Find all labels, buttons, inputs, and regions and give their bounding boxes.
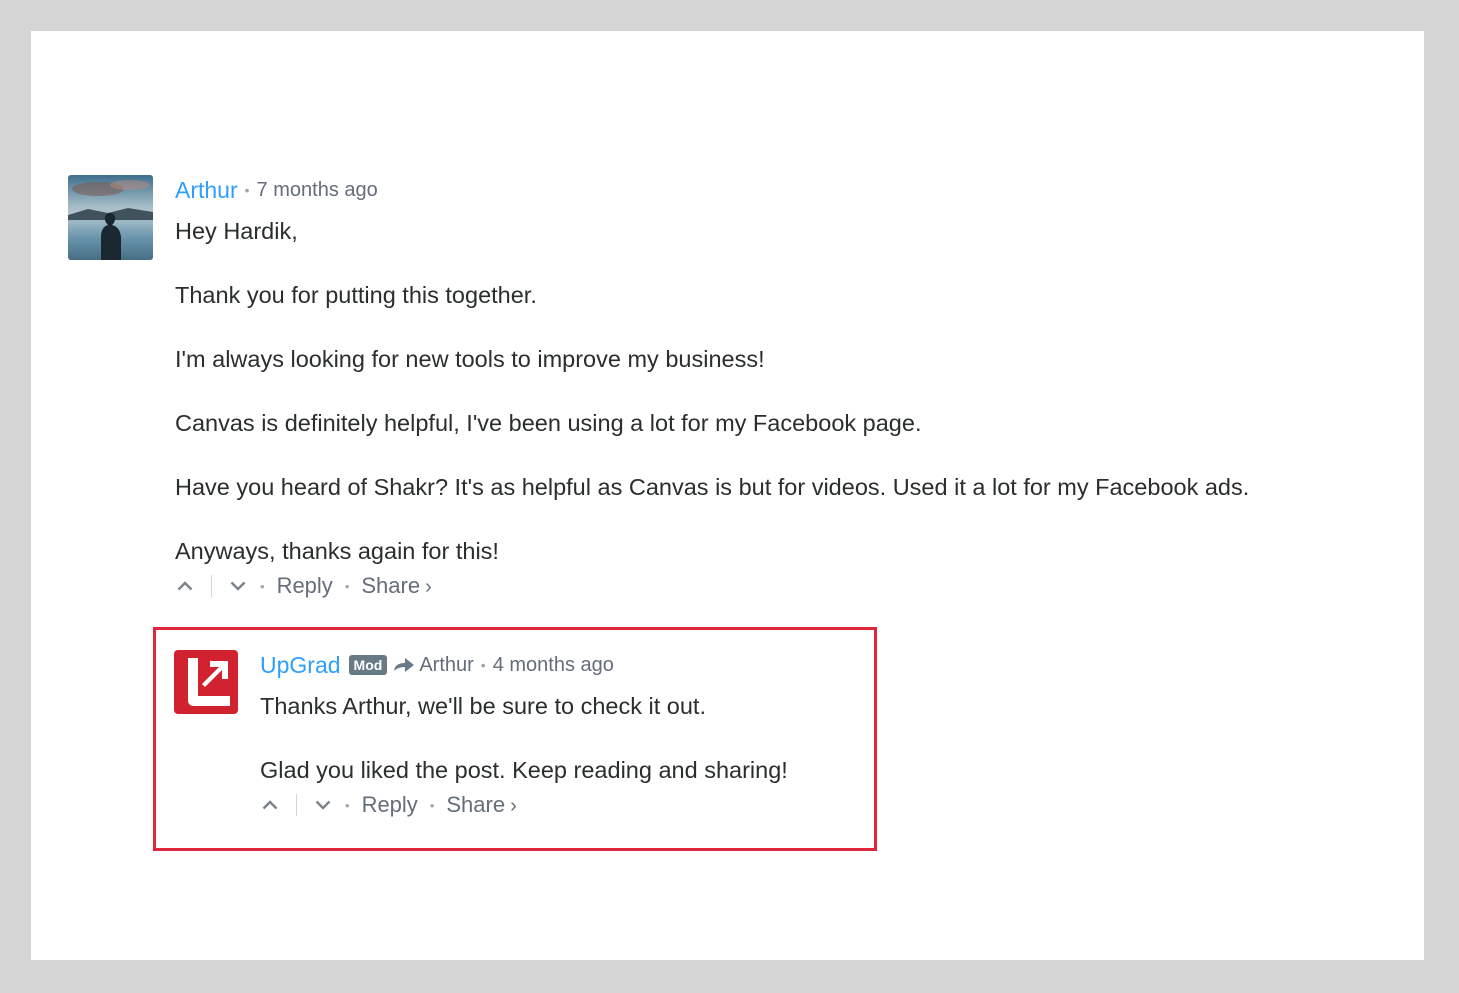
- comment-header: Arthur • 7 months ago: [175, 175, 1249, 205]
- share-button[interactable]: Share ›: [446, 792, 516, 818]
- reply-button[interactable]: Reply: [277, 573, 333, 599]
- author-name[interactable]: UpGrad: [260, 652, 341, 679]
- avatar-upgrad[interactable]: [174, 650, 238, 714]
- message-paragraph: Thank you for putting this together.: [175, 282, 537, 308]
- comment-actions: • Reply • Share ›: [175, 570, 1249, 602]
- message-paragraph: Canvas is definitely helpful, I've been …: [175, 410, 922, 436]
- upvote-button[interactable]: [175, 576, 195, 596]
- avatar-photo-icon: [68, 175, 153, 260]
- timestamp[interactable]: 4 months ago: [493, 654, 614, 677]
- share-chevron: ›: [510, 795, 517, 817]
- upvote-button[interactable]: [260, 795, 280, 815]
- chevron-down-icon: [230, 581, 246, 591]
- share-label: Share: [446, 792, 506, 817]
- parent-author-link[interactable]: Arthur: [419, 654, 473, 677]
- downvote-button[interactable]: [228, 576, 248, 596]
- share-chevron: ›: [425, 576, 432, 598]
- share-button[interactable]: Share ›: [361, 573, 431, 599]
- comment-actions: • Reply • Share ›: [260, 789, 788, 821]
- action-separator: •: [345, 797, 350, 813]
- comment-message: Thanks Arthur, we'll be sure to check it…: [260, 691, 788, 785]
- reply-arrow-icon: [393, 657, 415, 673]
- timestamp[interactable]: 7 months ago: [257, 179, 378, 202]
- upgrad-logo-icon: [174, 650, 238, 714]
- comment-header: UpGrad Mod Arthur • 4 months ago: [260, 650, 788, 680]
- message-paragraph: Hey Hardik,: [175, 218, 298, 244]
- meta-separator: •: [244, 182, 250, 198]
- action-separator: •: [429, 797, 435, 813]
- chevron-up-icon: [177, 581, 193, 591]
- message-paragraph: Thanks Arthur, we'll be sure to check it…: [260, 693, 706, 719]
- chevron-down-icon: [315, 800, 331, 810]
- chevron-up-icon: [262, 800, 278, 810]
- meta-separator: •: [480, 657, 486, 673]
- downvote-button[interactable]: [313, 795, 333, 815]
- message-paragraph: Glad you liked the post. Keep reading an…: [260, 757, 788, 783]
- comment-message: Hey Hardik, Thank you for putting this t…: [175, 216, 1249, 566]
- message-paragraph: Anyways, thanks again for this!: [175, 538, 499, 564]
- avatar-arthur[interactable]: [68, 175, 153, 260]
- message-paragraph: I'm always looking for new tools to impr…: [175, 346, 765, 372]
- share-label: Share: [361, 573, 421, 598]
- vote-divider: [296, 794, 297, 816]
- author-name[interactable]: Arthur: [175, 177, 238, 204]
- vote-divider: [211, 575, 212, 597]
- action-separator: •: [260, 578, 265, 594]
- action-separator: •: [344, 578, 350, 594]
- mod-badge: Mod: [348, 655, 388, 675]
- message-paragraph: Have you heard of Shakr? It's as helpful…: [175, 474, 1250, 500]
- reply-button[interactable]: Reply: [362, 792, 418, 818]
